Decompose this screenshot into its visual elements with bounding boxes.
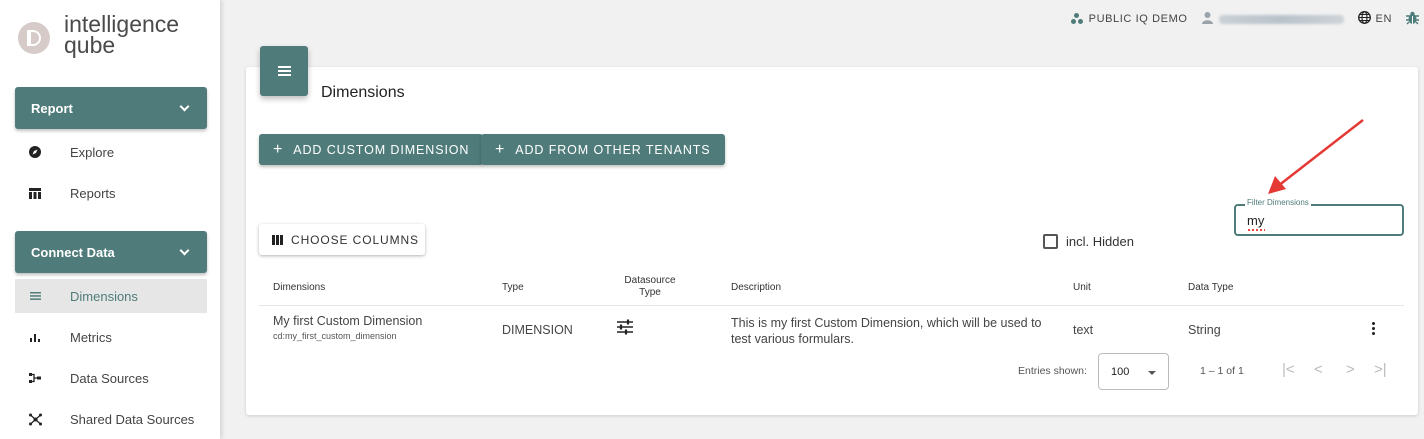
logo[interactable]: intelligence qube [18, 11, 180, 58]
filter-dimensions-input[interactable] [1247, 213, 1387, 228]
list-icon [260, 46, 308, 96]
incl-hidden-checkbox[interactable]: incl. Hidden [1043, 234, 1134, 249]
row-menu-icon[interactable] [1372, 322, 1375, 335]
pagination-range: 1 – 1 of 1 [1200, 365, 1244, 377]
plus-icon: + [273, 140, 284, 158]
user-email-redacted [1218, 14, 1344, 24]
flow-icon [15, 372, 55, 384]
tune-icon [617, 319, 633, 335]
dropdown-arrow-icon [1148, 371, 1156, 375]
workspace-switcher[interactable]: PUBLIC IQ DEMO [1070, 13, 1188, 25]
choose-columns-button[interactable]: CHOOSE COLUMNS [259, 224, 425, 255]
header-datasource-type[interactable]: Datasource Type [615, 275, 685, 299]
compass-icon [15, 146, 55, 158]
header-dimensions[interactable]: Dimensions [273, 282, 325, 293]
prev-page-icon[interactable]: < [1314, 361, 1323, 378]
chevron-down-icon [179, 245, 190, 255]
dimension-unit: text [1073, 323, 1094, 337]
add-from-other-tenants-button[interactable]: + ADD FROM OTHER TENANTS [481, 134, 725, 165]
entries-label: Entries shown: [1018, 365, 1087, 377]
sidebar: intelligence qube Report Explore Reports… [0, 0, 220, 439]
chevron-down-icon [179, 101, 190, 111]
columns-icon [272, 234, 283, 245]
filter-dimensions-label: Filter Dimensions [1245, 198, 1311, 207]
dimension-id: cd:my_first_custom_dimension [273, 331, 397, 341]
workspace-icon [1070, 13, 1083, 25]
add-custom-dimension-button[interactable]: + ADD CUSTOM DIMENSION [259, 134, 484, 165]
first-page-icon[interactable]: |< [1282, 361, 1295, 378]
sidebar-item-data-sources[interactable]: Data Sources [15, 361, 207, 395]
logo-icon [18, 22, 50, 54]
sidebar-item-dimensions[interactable]: Dimensions [15, 279, 207, 313]
user-icon [1201, 11, 1213, 27]
sidebar-item-metrics[interactable]: Metrics [15, 320, 207, 354]
dimension-data-type: String [1188, 323, 1221, 337]
globe-icon [1357, 11, 1371, 27]
header-description[interactable]: Description [731, 282, 781, 293]
table-divider [259, 305, 1404, 306]
table-row[interactable]: My first Custom Dimension cd:my_first_cu… [273, 314, 422, 341]
checkbox-box[interactable] [1043, 234, 1058, 249]
header-data-type[interactable]: Data Type [1188, 282, 1233, 293]
bar-chart-icon [15, 333, 55, 342]
page-title: Dimensions [321, 84, 405, 101]
sidebar-item-explore[interactable]: Explore [15, 135, 207, 169]
spellcheck-underline [1247, 229, 1265, 232]
last-page-icon[interactable]: >| [1374, 361, 1387, 378]
bug-report-button[interactable] [1406, 11, 1419, 28]
next-page-icon[interactable]: > [1346, 361, 1355, 378]
section-report[interactable]: Report [15, 87, 207, 129]
section-connect-data[interactable]: Connect Data [15, 231, 207, 273]
sidebar-item-shared-data-sources[interactable]: Shared Data Sources [15, 402, 207, 436]
plus-icon: + [495, 140, 506, 158]
dimension-description: This is my first Custom Dimension, which… [731, 316, 1042, 346]
entries-select[interactable]: 100 [1098, 353, 1169, 390]
header-unit[interactable]: Unit [1073, 282, 1091, 293]
annotation-arrow [1268, 119, 1364, 194]
hub-icon [15, 413, 55, 426]
header-type[interactable]: Type [502, 282, 524, 293]
language-switcher[interactable]: EN [1357, 11, 1392, 27]
dimension-type: DIMENSION [502, 323, 573, 337]
dimension-name: My first Custom Dimension [273, 314, 423, 328]
topbar: PUBLIC IQ DEMO EN [1070, 0, 1424, 38]
list-icon [15, 292, 55, 300]
sidebar-item-reports[interactable]: Reports [15, 176, 207, 210]
bug-icon [1406, 11, 1419, 28]
user-account[interactable] [1201, 11, 1344, 27]
table-icon [15, 187, 55, 199]
logo-text: intelligence qube [64, 11, 180, 58]
